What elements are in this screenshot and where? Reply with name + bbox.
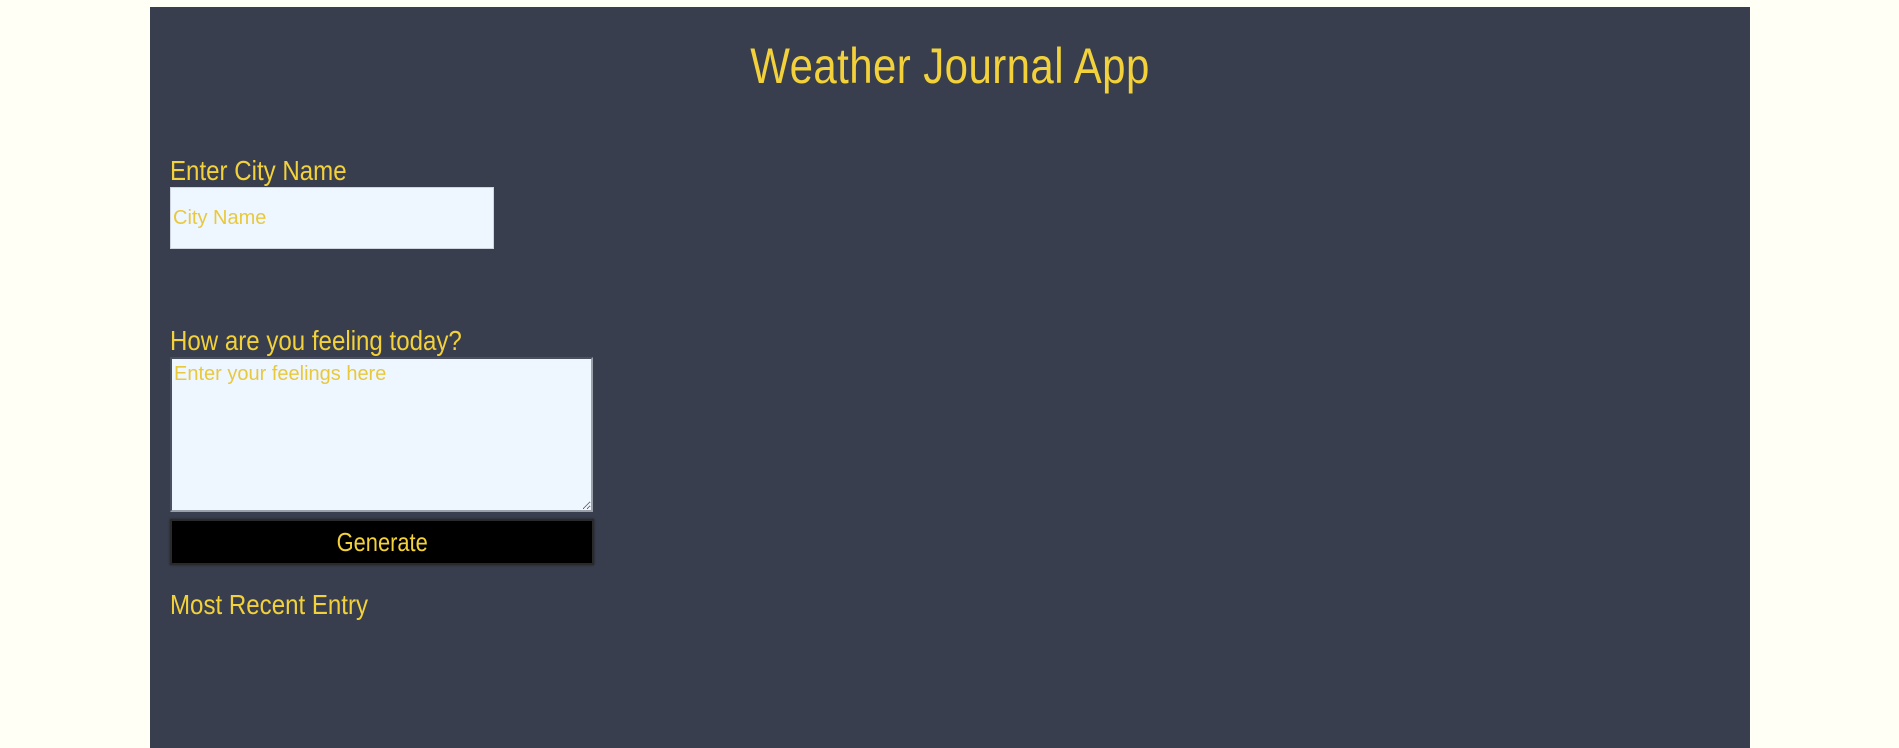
- generate-button-label: Generate: [336, 526, 428, 557]
- generate-button[interactable]: Generate: [170, 519, 594, 565]
- page-title: Weather Journal App: [750, 38, 1150, 94]
- feelings-textarea[interactable]: [170, 357, 593, 512]
- city-name-input[interactable]: [170, 187, 494, 249]
- most-recent-entry-heading: Most Recent Entry: [170, 589, 369, 620]
- most-recent-entry-area: [170, 627, 1070, 727]
- feelings-label: How are you feeling today?: [170, 325, 462, 356]
- city-label: Enter City Name: [170, 155, 347, 186]
- app-panel: Weather Journal App Enter City Name How …: [150, 7, 1750, 748]
